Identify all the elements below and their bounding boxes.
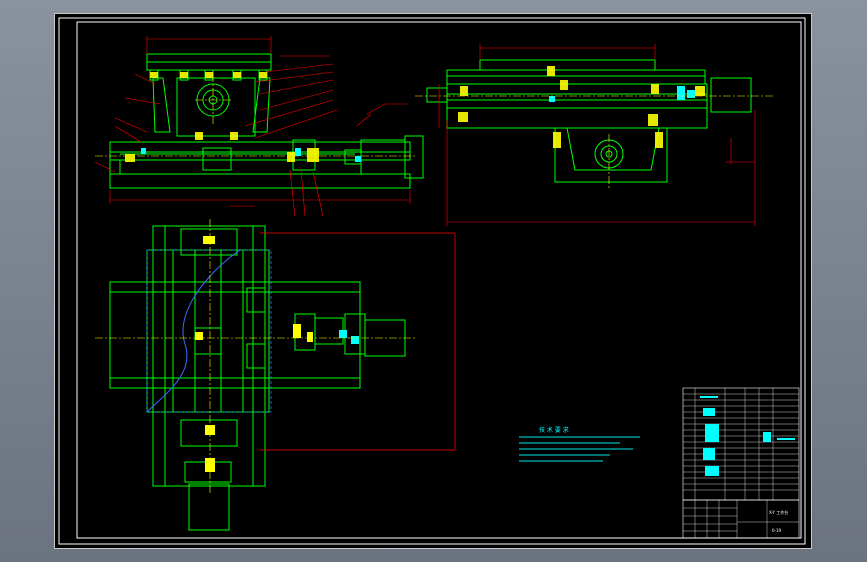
side-section-view: [426, 59, 752, 183]
side-section-hatching: [458, 66, 705, 148]
title-block: X-Y 工作台 0-19: [682, 499, 800, 539]
notes-heading: 技 术 要 求: [539, 426, 569, 434]
title-block-label: X-Y 工作台: [769, 509, 788, 515]
technical-notes: 技 术 要 求: [519, 426, 640, 462]
drawing-svg: 技 术 要 求 X-Y 工作台 0-19: [58, 17, 806, 545]
sheet-ref: 0-19: [772, 528, 782, 533]
drawing-sheet[interactable]: 技 术 要 求 X-Y 工作台 0-19: [54, 13, 812, 549]
parts-list: [682, 387, 800, 501]
plan-view: [109, 225, 406, 531]
side-view-centerlines: [415, 95, 775, 189]
cad-viewport[interactable]: 技 术 要 求 X-Y 工作台 0-19: [0, 0, 867, 562]
side-view-dimensions: [438, 44, 756, 226]
front-view-dimensions: [94, 36, 411, 217]
plan-view-highlights: [339, 330, 359, 344]
